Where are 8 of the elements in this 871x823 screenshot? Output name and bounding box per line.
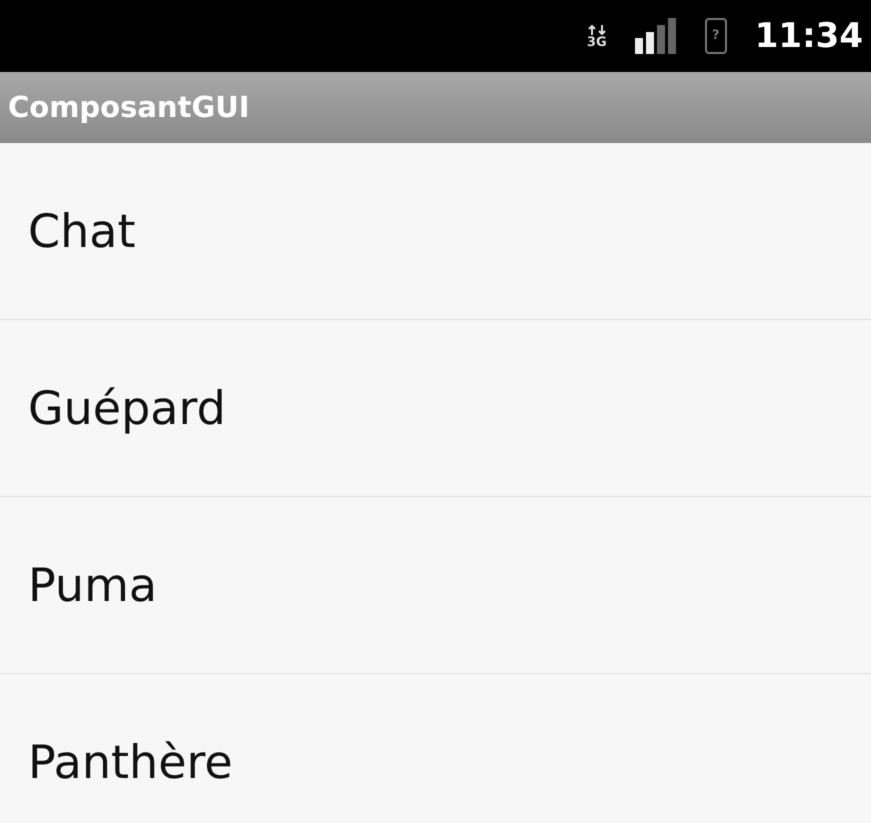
list-item[interactable]: Chat [0, 143, 871, 320]
signal-icon [634, 18, 677, 54]
clock: 11:34 [754, 14, 863, 58]
battery-icon: ? [704, 18, 727, 54]
list-item[interactable]: Panthère [0, 674, 871, 823]
list-item[interactable]: Guépard [0, 320, 871, 497]
app-title: ComposantGUI [8, 88, 250, 126]
list-item[interactable]: Puma [0, 497, 871, 674]
